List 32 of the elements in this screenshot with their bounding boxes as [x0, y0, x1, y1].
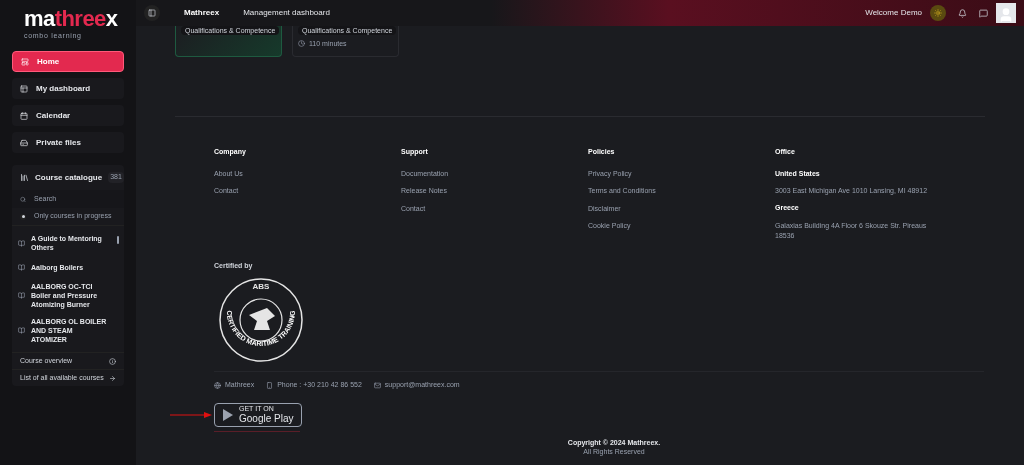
catalogue-title: Course catalogue [35, 171, 103, 184]
drive-icon [20, 138, 28, 147]
dashboard-icon [20, 84, 28, 93]
book-icon [18, 239, 25, 247]
message-icon[interactable] [979, 8, 988, 18]
arrow-right-icon [109, 374, 116, 382]
sidebar-toggle-icon[interactable] [144, 5, 160, 21]
filter-radio[interactable] [20, 213, 26, 220]
theme-sun-icon[interactable] [930, 5, 946, 21]
mail-icon [373, 381, 381, 389]
book-icon [18, 327, 25, 334]
nav-item[interactable]: Calendar [12, 105, 124, 126]
book-icon [18, 292, 25, 299]
nav-item[interactable]: Private files [12, 132, 124, 153]
breadcrumb-link[interactable]: Mathreex [184, 7, 220, 19]
library-icon [20, 173, 29, 182]
logo: mathreex [24, 8, 119, 30]
breadcrumb-link[interactable]: Management dashboard [243, 7, 330, 19]
clock-icon [298, 40, 305, 47]
pointer-arrow [170, 411, 212, 418]
search-icon [20, 195, 26, 203]
globe-icon [214, 381, 221, 389]
welcome-text: Welcome Demo [865, 7, 922, 19]
info-icon [109, 357, 116, 365]
calendar-icon [20, 111, 28, 120]
nav-item[interactable]: Home [12, 51, 124, 72]
layout-icon [21, 57, 29, 66]
play-icon [223, 408, 233, 421]
notification-bell-icon[interactable] [958, 8, 967, 18]
book-icon [18, 263, 25, 271]
nav-item[interactable]: My dashboard [12, 78, 124, 99]
phone-icon [266, 381, 274, 389]
